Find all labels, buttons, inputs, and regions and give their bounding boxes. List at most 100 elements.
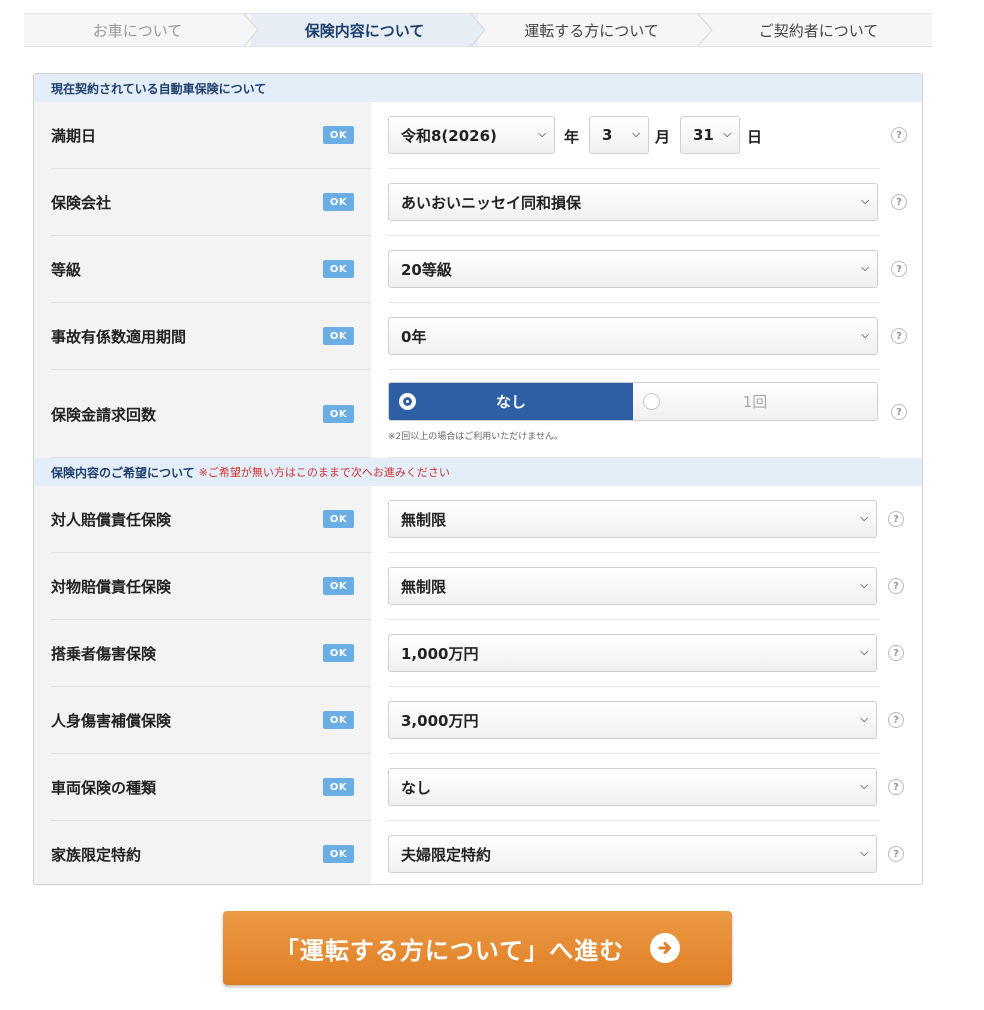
- help-icon[interactable]: ?: [891, 127, 907, 143]
- chevron-down-icon: ⌵: [860, 781, 868, 792]
- step-navigation: お車について 保険内容について 運転する方について ご契約者について: [24, 13, 932, 47]
- ok-badge: OK: [323, 711, 354, 729]
- grade-select[interactable]: 20等級 ⌵: [388, 250, 878, 288]
- claims-option-one[interactable]: 1回: [633, 383, 877, 420]
- coverage-value: なし: [401, 778, 432, 797]
- row-value: 無制限 ⌵ ?: [371, 553, 922, 620]
- chevron-down-icon: ⌵: [860, 580, 868, 591]
- proceed-button-label: 「運転する方について」へ進む: [274, 936, 625, 965]
- chevron-down-icon: ⌵: [860, 714, 868, 725]
- step-insurance[interactable]: 保険内容について: [251, 14, 486, 46]
- row-claims-count: 保険金請求回数 OK なし 1回 ※2回以上の場合はご利用いただけません。 ?: [34, 370, 922, 458]
- coverage-label: 搭乗者傷害保険: [51, 645, 157, 663]
- row-label: 家族限定特約 OK: [34, 821, 371, 884]
- chevron-right-icon: [697, 14, 713, 46]
- month-unit: 月: [655, 128, 671, 146]
- year-unit: 年: [564, 128, 580, 146]
- step-contractor[interactable]: ご契約者について: [705, 14, 932, 46]
- section-desired-coverage-header: 保険内容のご希望について ※ご希望が無い方はこのままで次へお進みください: [34, 458, 922, 486]
- row-value: 無制限 ⌵ ?: [371, 486, 922, 553]
- ok-badge: OK: [323, 327, 354, 345]
- company-select[interactable]: あいおいニッセイ同和損保 ⌵: [388, 183, 878, 221]
- help-icon[interactable]: ?: [891, 404, 907, 420]
- claims-option-one-label: 1回: [742, 393, 768, 411]
- claims-note: ※2回以上の場合はご利用いただけません。: [388, 432, 563, 442]
- row-accident-period: 事故有係数適用期間 OK 0年 ⌵ ?: [34, 303, 922, 370]
- ok-badge: OK: [323, 405, 354, 423]
- section-title: 現在契約されている自動車保険について: [51, 81, 267, 96]
- expiry-month-select[interactable]: 3 ⌵: [589, 116, 649, 154]
- row-coverage: 車両保険の種類 OK なし ⌵ ?: [34, 754, 922, 821]
- coverage-label: 家族限定特約: [51, 846, 142, 864]
- row-label: 搭乗者傷害保険 OK: [34, 620, 371, 687]
- chevron-down-icon: ⌵: [723, 129, 731, 140]
- passenger-injury-select[interactable]: 1,000万円 ⌵: [388, 634, 877, 672]
- coverage-label: 車両保険の種類: [51, 779, 157, 797]
- step-car-label: お車について: [92, 21, 183, 40]
- chevron-down-icon: ⌵: [861, 196, 869, 207]
- chevron-down-icon: ⌵: [860, 513, 868, 524]
- row-value: 3,000万円 ⌵ ?: [371, 687, 922, 754]
- radio-unselected-icon: [643, 393, 660, 410]
- chevron-right-icon: [243, 14, 259, 46]
- help-icon[interactable]: ?: [891, 194, 907, 210]
- help-icon[interactable]: ?: [888, 712, 904, 728]
- ok-badge: OK: [323, 577, 354, 595]
- row-coverage: 対人賠償責任保険 OK 無制限 ⌵ ?: [34, 486, 922, 553]
- row-value: 0年 ⌵ ?: [371, 303, 922, 370]
- personal-injury-select[interactable]: 3,000万円 ⌵: [388, 701, 877, 739]
- ok-badge: OK: [323, 260, 354, 278]
- row-value: あいおいニッセイ同和損保 ⌵ ?: [371, 169, 922, 236]
- help-icon[interactable]: ?: [888, 846, 904, 862]
- section-current-insurance-header: 現在契約されている自動車保険について: [34, 74, 922, 102]
- property-damage-select[interactable]: 無制限 ⌵: [388, 567, 877, 605]
- company-label: 保険会社: [51, 194, 112, 212]
- row-label: 対人賠償責任保険 OK: [34, 486, 371, 553]
- claims-option-none[interactable]: なし: [389, 383, 633, 420]
- expiry-month-value: 3: [602, 126, 613, 144]
- row-coverage: 搭乗者傷害保険 OK 1,000万円 ⌵ ?: [34, 620, 922, 687]
- claims-radio-group: なし 1回: [388, 382, 878, 421]
- expiry-day-select[interactable]: 31 ⌵: [680, 116, 740, 154]
- section-title: 保険内容のご希望について: [51, 465, 195, 480]
- row-coverage: 人身傷害補償保険 OK 3,000万円 ⌵ ?: [34, 687, 922, 754]
- help-icon[interactable]: ?: [891, 261, 907, 277]
- step-contractor-label: ご契約者について: [758, 21, 879, 40]
- row-coverage: 家族限定特約 OK 夫婦限定特約 ⌵ ?: [34, 821, 922, 884]
- company-value: あいおいニッセイ同和損保: [401, 193, 582, 212]
- claims-option-none-label: なし: [495, 393, 526, 411]
- grade-label: 等級: [51, 261, 82, 279]
- help-icon[interactable]: ?: [888, 578, 904, 594]
- arrow-right-circle-icon: [650, 933, 681, 963]
- help-icon[interactable]: ?: [888, 511, 904, 527]
- ok-badge: OK: [323, 193, 354, 211]
- row-label: 対物賠償責任保険 OK: [34, 553, 371, 620]
- step-driver[interactable]: 運転する方について: [478, 14, 713, 46]
- help-icon[interactable]: ?: [888, 645, 904, 661]
- accident-select[interactable]: 0年 ⌵: [388, 317, 878, 355]
- row-label: 満期日 OK: [34, 102, 371, 169]
- proceed-button[interactable]: 「運転する方について」へ進む: [223, 911, 732, 985]
- section-note: ※ご希望が無い方はこのままで次へお進みください: [198, 466, 450, 479]
- vehicle-insurance-select[interactable]: なし ⌵: [388, 768, 877, 806]
- ok-badge: OK: [323, 644, 354, 662]
- coverage-value: 3,000万円: [401, 711, 479, 730]
- chevron-right-icon: [470, 14, 486, 46]
- row-label: 事故有係数適用期間 OK: [34, 303, 371, 370]
- coverage-label: 対人賠償責任保険: [51, 511, 172, 529]
- row-label: 人身傷害補償保険 OK: [34, 687, 371, 754]
- radio-selected-icon: [399, 393, 416, 410]
- family-limit-select[interactable]: 夫婦限定特約 ⌵: [388, 835, 877, 873]
- expiry-era-select[interactable]: 令和8(2026) ⌵: [388, 116, 555, 154]
- row-insurance-company: 保険会社 OK あいおいニッセイ同和損保 ⌵ ?: [34, 169, 922, 236]
- step-car[interactable]: お車について: [24, 14, 259, 46]
- chevron-down-icon: ⌵: [538, 129, 546, 140]
- row-label: 保険金請求回数 OK: [34, 370, 371, 458]
- bodily-injury-select[interactable]: 無制限 ⌵: [388, 500, 877, 538]
- help-icon[interactable]: ?: [891, 328, 907, 344]
- row-coverage: 対物賠償責任保険 OK 無制限 ⌵ ?: [34, 553, 922, 620]
- claims-label: 保険金請求回数: [51, 405, 157, 424]
- row-expiry-date: 満期日 OK 令和8(2026) ⌵ 年 3 ⌵ 月 31 ⌵ 日 ?: [34, 102, 922, 169]
- help-icon[interactable]: ?: [888, 779, 904, 795]
- coverage-label: 人身傷害補償保険: [51, 712, 172, 730]
